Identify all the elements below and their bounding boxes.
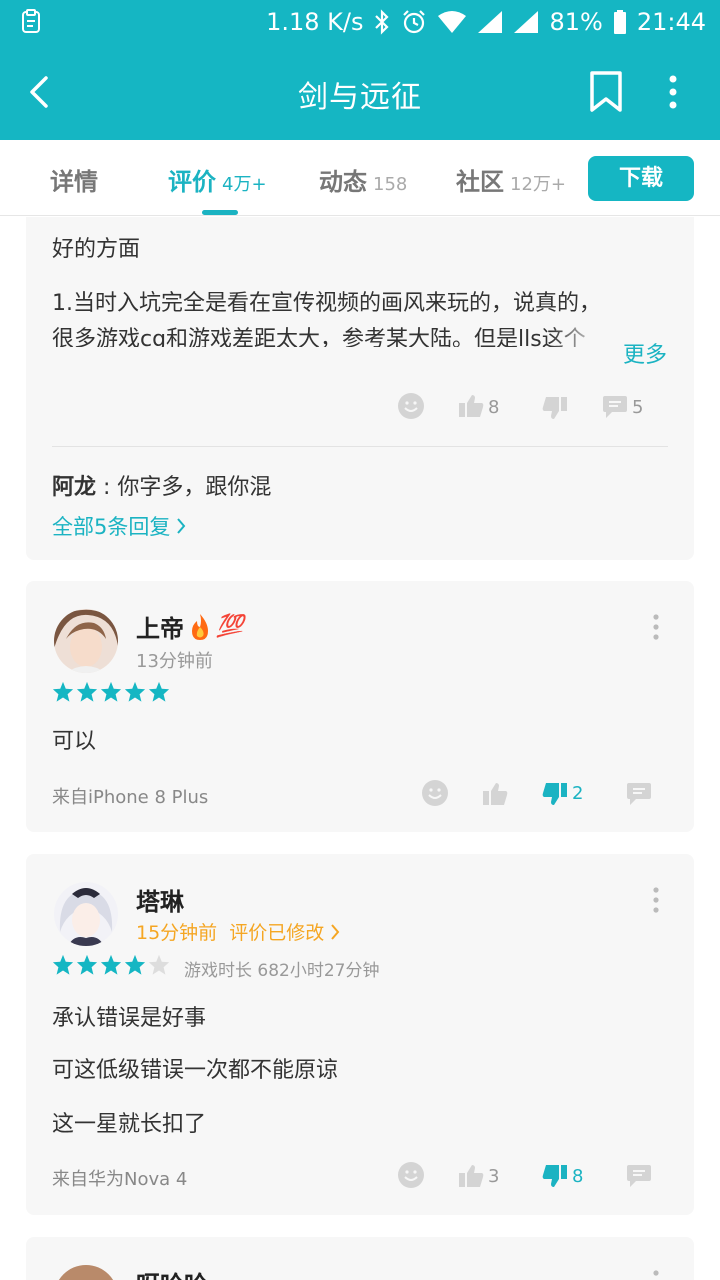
wifi-icon — [438, 11, 467, 33]
fire-badge-icon — [192, 613, 208, 640]
review-section-heading: 好的方面 — [52, 237, 141, 262]
reply-preview[interactable]: 阿龙 : 你字多，跟你混 — [52, 469, 271, 501]
star-icon — [52, 954, 74, 975]
star-icon — [148, 681, 170, 702]
bookmark-icon[interactable] — [588, 70, 624, 114]
review-card: 塔琳 15分钟前 评价已修改 游戏时长 682小时27分钟 承认错误是好事 可这… — [26, 854, 694, 1215]
tab-community-count: 12万+ — [510, 174, 566, 195]
more-options-icon[interactable] — [662, 74, 684, 110]
review-body-line-2: 可这低级错误一次都不能原谅 — [52, 1058, 339, 1083]
review-body-line-2: 很多游戏cg和游戏差距太大，参考某大陆。但是lls这个 — [52, 327, 586, 347]
review-time-edited: 15分钟前 评价已修改 — [136, 922, 325, 944]
dislike-count: 8 — [572, 1166, 584, 1187]
more-link[interactable]: 更多 — [623, 337, 667, 369]
thumbs-down-icon[interactable] — [542, 395, 568, 421]
all-replies-link[interactable]: 全部5条回复 — [52, 511, 186, 541]
username[interactable]: 塔琳 — [136, 882, 184, 917]
tab-reviews-count: 4万+ — [222, 174, 267, 195]
avatar[interactable] — [54, 1265, 118, 1280]
tab-news[interactable]: 动态 158 — [319, 162, 407, 197]
tab-news-label: 动态 — [319, 168, 367, 196]
review-body: 可以 — [52, 729, 97, 754]
star-rating — [52, 681, 170, 703]
review-list[interactable]: 好的方面 1.当时入坑完全是看在宣传视频的画风来玩的，说真的， 很多游戏cg和游… — [0, 217, 720, 1280]
avatar[interactable] — [54, 882, 118, 946]
chevron-right-icon — [331, 923, 340, 940]
star-icon — [52, 681, 74, 702]
tab-reviews[interactable]: 评价 4万+ — [168, 162, 267, 197]
review-options-icon[interactable] — [652, 613, 660, 641]
bluetooth-icon — [375, 9, 390, 35]
device-source: 来自华为Nova 4 — [52, 1169, 188, 1190]
review-time: 13分钟前 — [136, 651, 213, 672]
signal-icon-1 — [478, 11, 503, 33]
star-icon — [124, 954, 146, 975]
device-source: 来自iPhone 8 Plus — [52, 787, 209, 808]
alarm-icon — [403, 10, 426, 34]
tab-community[interactable]: 社区 12万+ — [456, 162, 566, 197]
avatar[interactable] — [54, 609, 118, 673]
comment-icon[interactable] — [626, 782, 652, 806]
battery-icon — [613, 10, 626, 34]
active-tab-indicator — [202, 210, 238, 215]
reply-author[interactable]: 阿龙 — [52, 475, 96, 500]
star-icon — [124, 681, 146, 702]
thumbs-down-icon[interactable] — [542, 781, 568, 807]
reply-separator: : — [96, 475, 118, 500]
review-options-icon[interactable] — [652, 886, 660, 914]
star-rating — [52, 954, 170, 976]
star-icon — [148, 954, 170, 975]
app-bar: 剑与远征 — [0, 44, 720, 140]
star-icon — [76, 681, 98, 702]
tab-news-count: 158 — [373, 174, 408, 195]
tab-community-label: 社区 — [456, 168, 504, 196]
review-body-line-3: 这一星就长扣了 — [52, 1112, 207, 1137]
signal-icon-2 — [514, 11, 539, 33]
review-body-line-1: 1.当时入坑完全是看在宣传视频的画风来玩的，说真的， — [52, 291, 601, 316]
review-card: 呀哈哈 — [26, 1237, 694, 1280]
tab-details[interactable]: 详情 — [50, 162, 98, 197]
network-speed: 1.18 K/s — [266, 8, 364, 36]
all-replies-label: 全部5条回复 — [52, 515, 171, 539]
username[interactable]: 呀哈哈 — [136, 1265, 208, 1280]
thumbs-up-icon[interactable] — [482, 781, 508, 807]
battery-percent: 81% — [549, 8, 603, 36]
review-body-line-1: 承认错误是好事 — [52, 1006, 207, 1031]
review-options-icon[interactable] — [652, 1269, 660, 1280]
divider — [52, 446, 668, 447]
star-icon — [100, 954, 122, 975]
username[interactable]: 上帝 — [136, 609, 184, 644]
dislike-count: 2 — [572, 783, 584, 804]
reply-text: 你字多，跟你混 — [117, 475, 272, 500]
comment-count: 5 — [632, 397, 644, 418]
review-card: 好的方面 1.当时入坑完全是看在宣传视频的画风来玩的，说真的， 很多游戏cg和游… — [26, 217, 694, 560]
hundred-badge: 💯 — [216, 614, 244, 639]
like-count: 8 — [488, 397, 500, 418]
comment-icon[interactable] — [626, 1164, 652, 1188]
tab-bar: 详情 评价 4万+ 动态 158 社区 12万+ 下载 — [0, 140, 720, 216]
thumbs-up-icon[interactable] — [458, 1163, 484, 1189]
thumbs-up-icon[interactable] — [458, 393, 484, 419]
clock: 21:44 — [636, 8, 706, 36]
playtime: 游戏时长 682小时27分钟 — [184, 961, 380, 981]
emoji-react-icon[interactable] — [422, 780, 448, 806]
status-bar: 1.18 K/s 81% 21:44 — [0, 0, 720, 44]
edited-notice[interactable]: 15分钟前 评价已修改 — [136, 918, 340, 945]
clipboard-icon — [22, 9, 40, 33]
thumbs-down-icon[interactable] — [542, 1163, 568, 1189]
download-button[interactable]: 下载 — [588, 156, 694, 201]
review-card: 上帝 💯 13分钟前 可以 来自iPhone 8 Plus 2 — [26, 581, 694, 832]
tab-reviews-label: 评价 — [168, 168, 216, 196]
star-icon — [100, 681, 122, 702]
comment-icon[interactable] — [602, 395, 628, 419]
tab-details-label: 详情 — [50, 168, 98, 196]
emoji-react-icon[interactable] — [398, 1162, 424, 1188]
star-icon — [76, 954, 98, 975]
chevron-right-icon — [177, 518, 186, 534]
like-count: 3 — [488, 1166, 500, 1187]
emoji-react-icon[interactable] — [398, 393, 424, 419]
